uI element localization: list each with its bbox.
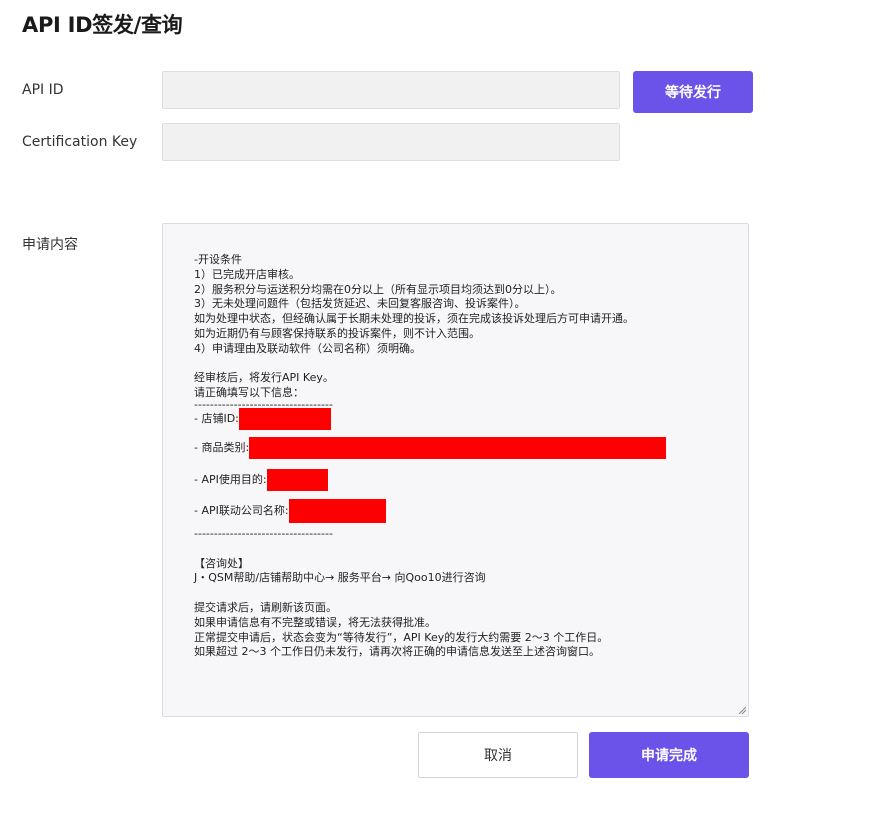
submit-application-button[interactable]: 申请完成 (589, 732, 749, 778)
content-line: 请正确填写以下信息： (194, 386, 304, 400)
company-field-label: - API联动公司名称: (194, 503, 289, 517)
content-line: 提交请求后，请刷新该页面。 (194, 600, 337, 614)
divider-line: ----------------------------------- (194, 526, 333, 540)
application-content-label: 申请内容 (22, 237, 78, 253)
redacted-category (249, 436, 667, 459)
content-line: 【咨询处】 (194, 556, 249, 570)
redacted-shop-id (238, 407, 331, 430)
certification-key-input[interactable] (162, 123, 620, 161)
content-line: 如果申请信息有不完整或错误，将无法获得批准。 (194, 615, 436, 629)
application-content-text: -开设条件 1）已完成开店审核。 2）服务积分与运送积分均需在0分以上（所有显示… (194, 253, 667, 660)
resize-handle-icon[interactable] (738, 706, 746, 714)
issue-status-button[interactable]: 等待发行 (633, 71, 753, 113)
purpose-row: - API使用目的: (194, 468, 666, 491)
content-line: 2）服务积分与运送积分均需在0分以上（所有显示项目均须达到0分以上）。 (194, 282, 562, 296)
page-title: API ID签发/查询 (22, 13, 183, 37)
shop-id-row: - 店铺ID: (194, 407, 666, 430)
content-line: 如果超过 2〜3 个工作日仍未发行，请再次将正确的申请信息发送至上述咨询窗口。 (194, 645, 600, 659)
category-field-label: - 商品类别: (194, 440, 250, 454)
redacted-company (288, 498, 386, 523)
content-line: 1）已完成开店审核。 (194, 267, 300, 281)
api-id-input[interactable] (162, 71, 620, 109)
content-line: 如为近期仍有与顾客保持联系的投诉案件，则不计入范围。 (194, 326, 480, 340)
content-line: 4）申请理由及联动软件（公司名称）须明确。 (194, 341, 421, 355)
certification-key-label: Certification Key (22, 134, 138, 150)
content-line: -开设条件 (194, 253, 242, 266)
shop-id-field-label: - 店铺ID: (194, 411, 239, 425)
redacted-purpose (266, 468, 328, 491)
purpose-field-label: - API使用目的: (194, 472, 267, 486)
content-line: J・QSM帮助/店铺帮助中心→ 服务平台→ 向Qoo10进行咨询 (194, 571, 486, 585)
content-line: 正常提交申请后，状态会变为“等待发行”，API Key的发行大约需要 2〜3 个… (194, 630, 609, 644)
api-id-label: API ID (22, 82, 64, 98)
content-line: 经审核后，将发行API Key。 (194, 371, 334, 385)
company-row: - API联动公司名称: (194, 498, 666, 523)
application-content-textarea[interactable]: -开设条件 1）已完成开店审核。 2）服务积分与运送积分均需在0分以上（所有显示… (162, 223, 749, 717)
category-row: - 商品类别: (194, 436, 667, 459)
divider-line: ----------------------------------- (194, 400, 333, 408)
content-line: 如为处理中状态，但经确认属于长期未处理的投诉，须在完成该投诉处理后方可申请开通。 (194, 312, 634, 326)
cancel-button[interactable]: 取消 (418, 732, 578, 778)
content-line: 3）无未处理问题件（包括发货延迟、未回复客服咨询、投诉案件）。 (194, 297, 526, 311)
